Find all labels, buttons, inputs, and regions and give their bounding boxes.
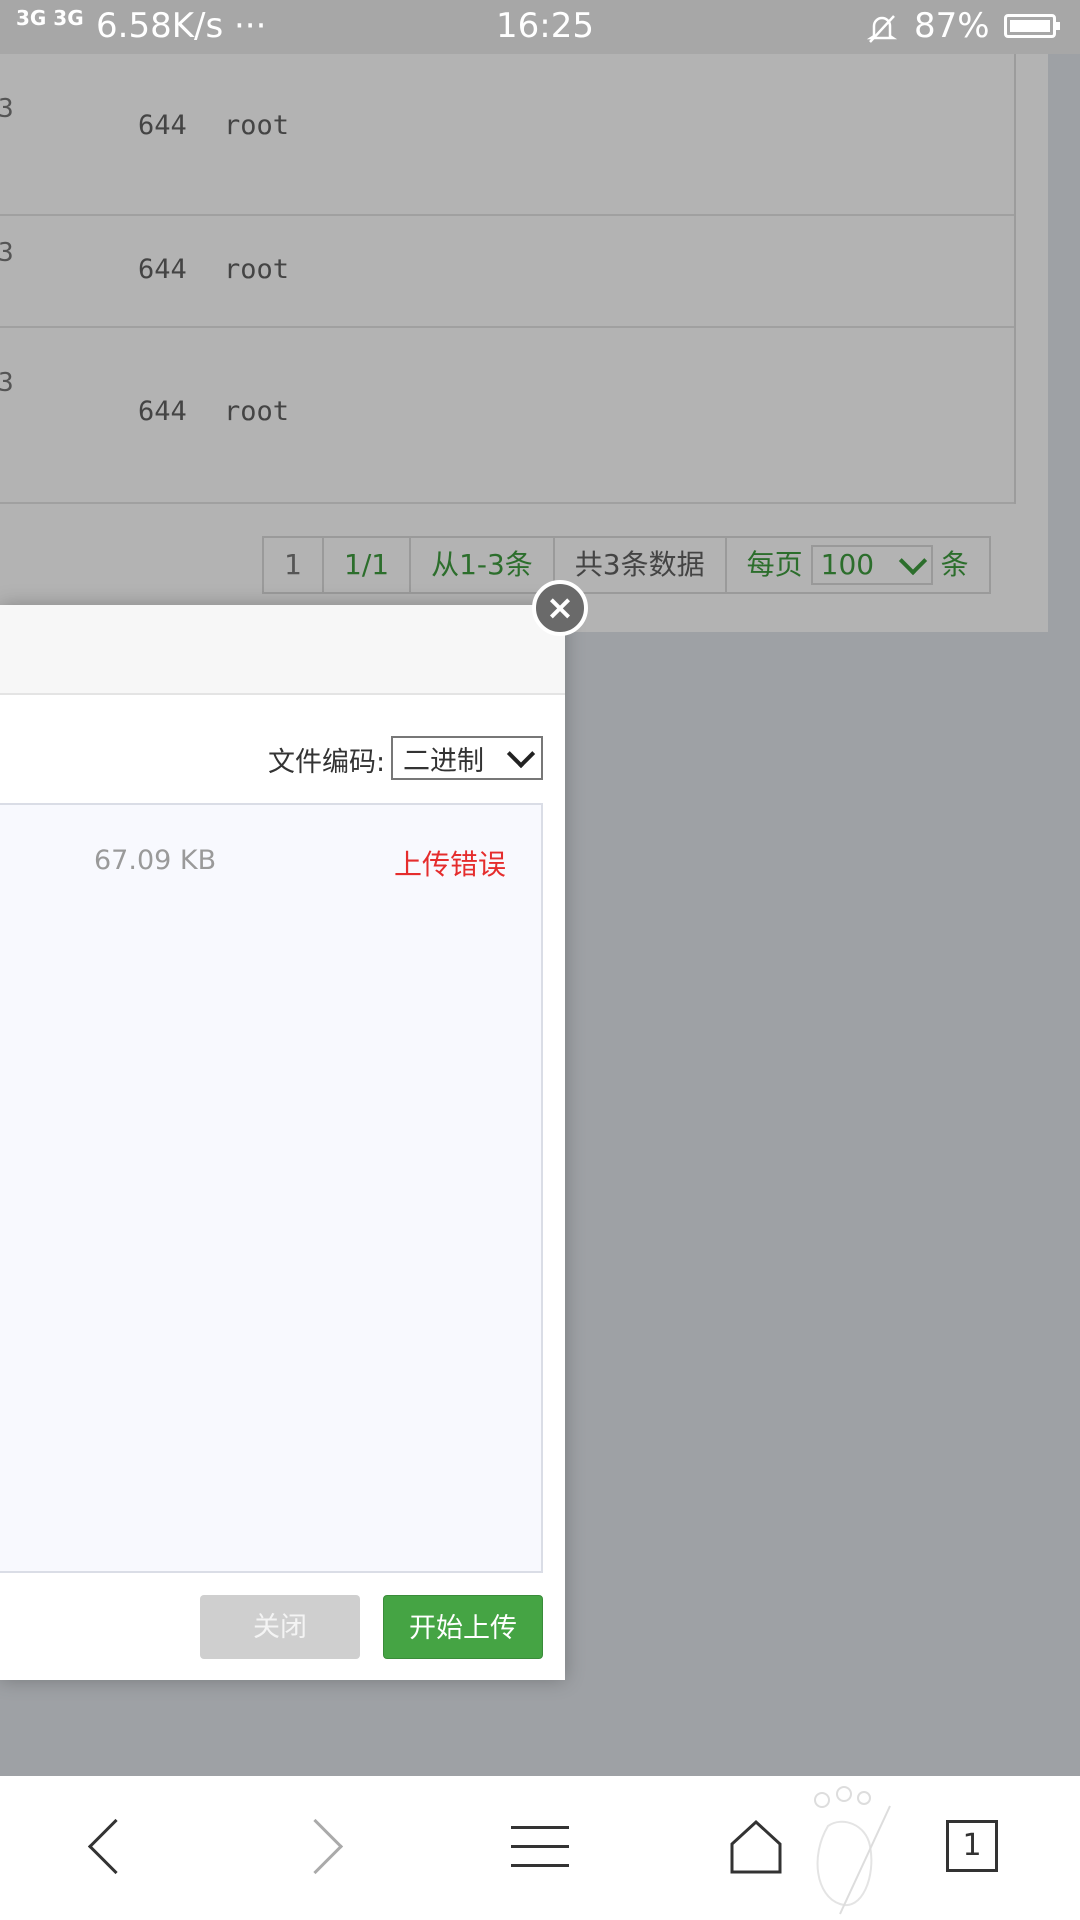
upload-dialog: 文件编码: 二进制 67.09 KB 上传错误 关闭 开始上传 xyxy=(0,605,565,1680)
table-cell-permission: 644 xyxy=(138,254,187,285)
pagination-range: 从1-3条 xyxy=(411,538,555,592)
table-cell-owner: root xyxy=(224,254,290,285)
footprint-icon xyxy=(800,1786,900,1920)
table-cell-owner: root xyxy=(224,396,290,427)
upload-file-list: 67.09 KB 上传错误 xyxy=(0,803,543,1573)
status-bar: 3G 3G 6.58K/s ··· 16:25 87% xyxy=(0,0,1080,54)
upload-status: 上传错误 xyxy=(394,848,507,881)
pagination-page-of: 1/1 xyxy=(324,538,412,592)
dialog-header xyxy=(0,605,565,695)
pagination: 1 1/1 从1-3条 共3条数据 每页 100 条 xyxy=(262,536,991,594)
file-manager-page: 3 644 root 3 644 root 3 644 root 1 1/1 从… xyxy=(0,54,1048,632)
browser-toolbar: 1 xyxy=(0,1776,1080,1920)
pagination-per-page: 每页 100 条 xyxy=(727,538,989,592)
table-row[interactable]: 3 644 root xyxy=(0,216,1014,328)
home-icon[interactable] xyxy=(728,1806,784,1886)
close-button[interactable]: 关闭 xyxy=(200,1595,360,1659)
tabs-icon[interactable]: 1 xyxy=(944,1806,1000,1886)
per-page-value: 100 xyxy=(820,548,875,581)
pagination-current-page[interactable]: 1 xyxy=(264,538,324,592)
tabs-count: 1 xyxy=(946,1820,998,1872)
table-cell-truncated: 3 xyxy=(0,238,14,268)
per-page-select[interactable]: 100 xyxy=(810,545,933,585)
close-icon[interactable]: × xyxy=(532,580,588,636)
encoding-select[interactable]: 二进制 xyxy=(391,736,543,780)
table-cell-owner: root xyxy=(224,110,290,141)
forward-icon[interactable] xyxy=(287,1806,360,1886)
mute-bell-icon xyxy=(866,12,898,53)
table-row[interactable]: 3 644 root xyxy=(0,328,1014,504)
file-table: 3 644 root 3 644 root 3 644 root xyxy=(0,54,1016,504)
encoding-value: 二进制 xyxy=(403,745,484,777)
table-cell-permission: 644 xyxy=(138,110,187,141)
battery-icon xyxy=(1004,14,1060,38)
per-page-prefix: 每页 xyxy=(746,548,803,581)
back-icon[interactable] xyxy=(70,1806,143,1886)
start-upload-button[interactable]: 开始上传 xyxy=(383,1595,543,1659)
chevron-down-icon xyxy=(898,546,927,576)
per-page-suffix: 条 xyxy=(940,548,969,581)
table-row[interactable]: 3 644 root xyxy=(0,54,1014,216)
network-speed: 6.58K/s ··· xyxy=(96,6,267,46)
battery-percent: 87% xyxy=(914,6,990,46)
table-cell-truncated: 3 xyxy=(0,94,14,124)
pagination-total: 共3条数据 xyxy=(555,538,727,592)
chevron-down-icon xyxy=(506,739,536,769)
signal-icon: 3G 3G xyxy=(16,6,84,30)
file-size: 67.09 KB xyxy=(94,845,217,876)
table-cell-permission: 644 xyxy=(138,396,187,427)
clock: 16:25 xyxy=(496,6,594,46)
encoding-label: 文件编码: xyxy=(268,747,386,778)
table-cell-truncated: 3 xyxy=(0,368,14,398)
menu-icon[interactable] xyxy=(510,1806,570,1886)
